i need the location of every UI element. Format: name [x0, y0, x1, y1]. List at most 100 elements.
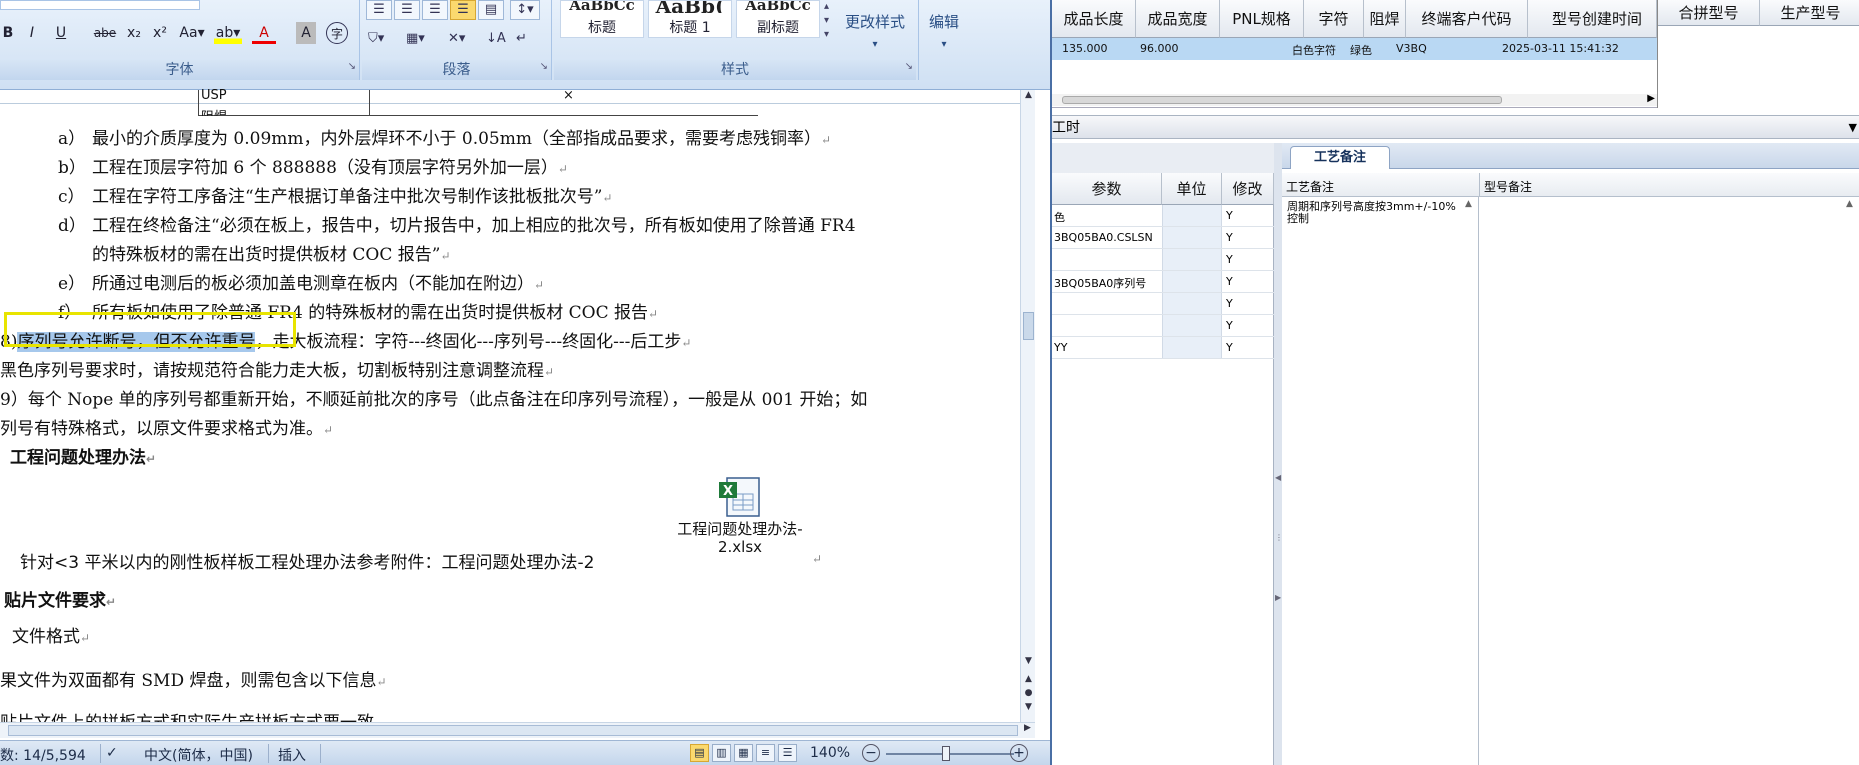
- table-row[interactable]: Y: [1052, 249, 1274, 271]
- horizontal-scrollbar[interactable]: ▶: [1052, 93, 1657, 106]
- asian-layout-button[interactable]: ✕▾: [448, 28, 465, 50]
- zoom-slider-thumb[interactable]: [942, 746, 950, 761]
- font-name-box[interactable]: [0, 0, 200, 10]
- line-spacing-button[interactable]: ↕▾: [510, 0, 540, 20]
- document-page[interactable]: USP × 阻焊 a）最小的介质厚度为 0.09mm，内外层焊环不小于 0.05…: [0, 88, 1035, 724]
- print-layout-view-button[interactable]: ▤: [690, 744, 709, 762]
- subscript-button[interactable]: x₂: [124, 22, 144, 44]
- change-styles-button[interactable]: 更改样式 ▾: [840, 12, 910, 55]
- style-heading-1[interactable]: AaBb(标题 1: [648, 0, 732, 38]
- column-header[interactable]: 成品长度: [1052, 0, 1136, 38]
- column-header[interactable]: 参数: [1052, 173, 1162, 205]
- scroll-right-icon[interactable]: ▶: [1647, 93, 1655, 104]
- borders-button[interactable]: ▦▾: [406, 28, 425, 50]
- justify-button[interactable]: ☰: [450, 0, 476, 20]
- align-right-button[interactable]: ☰: [422, 0, 448, 20]
- insert-mode-indicator[interactable]: 插入: [278, 745, 306, 765]
- tab-process-remarks[interactable]: 工艺备注: [1290, 146, 1390, 169]
- attachment-xlsx[interactable]: X 工程问题处理办法- 2.xlsx: [660, 476, 820, 556]
- next-page-icon[interactable]: ▼: [1021, 702, 1036, 712]
- table-row[interactable]: 3BQ05BA0序列号 Y: [1052, 271, 1274, 293]
- column-header[interactable]: PNL规格: [1220, 0, 1304, 38]
- product-table: 成品长度 成品宽度 PNL规格 字符 阻焊 终端客户代码 型号创建时间 135.…: [1052, 0, 1657, 108]
- column-header[interactable]: 修改: [1222, 173, 1274, 205]
- section-bar[interactable]: 工时 ▼: [1052, 115, 1859, 139]
- previous-page-icon[interactable]: ▲: [1021, 674, 1036, 684]
- word-count[interactable]: 数: 14/5,594: [0, 745, 86, 765]
- sort-button[interactable]: ↓A: [486, 28, 506, 50]
- vertical-scrollbar[interactable]: ▲ ▼ ▲ ● ▼: [1020, 90, 1035, 722]
- paragraph: 针对<3 平米以内的刚性板样板工程处理办法参考附件：工程问题处理办法-2: [20, 553, 595, 573]
- bold-button[interactable]: B: [0, 22, 16, 44]
- column-header[interactable]: 终端客户代码: [1406, 0, 1528, 38]
- column-header[interactable]: 生产型号: [1760, 0, 1859, 26]
- shading-button[interactable]: ⛉▾: [368, 28, 384, 50]
- change-case-button[interactable]: Aa▾: [176, 22, 208, 44]
- paragraph: 列号有特殊格式，以原文件要求格式为准。↵: [0, 419, 334, 439]
- align-left-button[interactable]: ☰: [366, 0, 392, 20]
- align-center-button[interactable]: ☰: [394, 0, 420, 20]
- full-screen-reading-button[interactable]: ▥: [712, 744, 731, 762]
- font-color-button[interactable]: A: [252, 22, 276, 44]
- browse-object-icon[interactable]: ●: [1021, 688, 1036, 698]
- zoom-in-icon[interactable]: +: [1010, 744, 1028, 762]
- column-header[interactable]: 型号备注: [1484, 178, 1532, 195]
- column-header[interactable]: 单位: [1162, 173, 1222, 205]
- column-header[interactable]: 工艺备注: [1286, 178, 1334, 195]
- chevron-down-icon[interactable]: ▼: [1849, 116, 1857, 140]
- underline-button[interactable]: U: [52, 22, 70, 44]
- styles-dialog-launcher-icon[interactable]: ↘: [905, 57, 913, 77]
- scroll-thumb[interactable]: [1023, 312, 1034, 340]
- zoom-out-icon[interactable]: −: [862, 744, 880, 762]
- language-indicator[interactable]: 中文(简体，中国): [144, 745, 253, 765]
- web-layout-button[interactable]: ▦: [734, 744, 753, 762]
- style-subtitle[interactable]: AaBbCc 副标题: [736, 0, 820, 38]
- edit-button[interactable]: 编辑 ▾: [923, 12, 965, 55]
- table-cell: ×: [563, 88, 574, 103]
- distributed-button[interactable]: ▤: [478, 0, 504, 20]
- zoom-level[interactable]: 140%: [810, 745, 850, 761]
- scroll-up-icon[interactable]: ▲: [1021, 90, 1036, 100]
- italic-button[interactable]: I: [24, 22, 40, 44]
- list-item: c） 工程在字符工序备注“生产根据订单备注中批次号制作该批板批次号”↵: [58, 187, 613, 207]
- scroll-right-icon[interactable]: ▶: [1024, 723, 1031, 733]
- table-row[interactable]: Y: [1052, 293, 1274, 315]
- column-header[interactable]: 成品宽度: [1136, 0, 1220, 38]
- draft-view-button[interactable]: ☰: [778, 744, 797, 762]
- scroll-up-icon[interactable]: ▲: [1465, 199, 1472, 209]
- character-shading-button[interactable]: A: [296, 22, 316, 44]
- style-title[interactable]: AaBbCc 标题: [560, 0, 644, 38]
- section-heading: 贴片文件要求↵: [4, 591, 117, 611]
- table-row[interactable]: 135.000 96.000 白色字符 绿色 V3BQ 2025-03-11 1…: [1052, 38, 1657, 60]
- outline-view-button[interactable]: ≡: [756, 744, 775, 762]
- model-remarks-field[interactable]: ▲: [1480, 197, 1859, 765]
- column-header[interactable]: 合拼型号: [1658, 0, 1760, 26]
- font-dialog-launcher-icon[interactable]: ↘: [348, 57, 356, 77]
- zoom-slider[interactable]: [886, 753, 1014, 755]
- column-header[interactable]: 阻焊: [1364, 0, 1406, 38]
- enclose-characters-button[interactable]: 字: [326, 22, 348, 44]
- table-row[interactable]: YY Y: [1052, 337, 1274, 359]
- horizontal-scrollbar[interactable]: ▶: [0, 722, 1035, 738]
- scroll-up-icon[interactable]: ▲: [1846, 199, 1853, 209]
- paragraph-dialog-launcher-icon[interactable]: ↘: [540, 57, 548, 77]
- scroll-down-icon[interactable]: ▼: [1021, 656, 1036, 666]
- collapse-left-icon[interactable]: ◀: [1275, 473, 1281, 482]
- scroll-thumb[interactable]: [1062, 96, 1502, 104]
- scroll-thumb[interactable]: [8, 725, 1018, 736]
- collapse-right-icon[interactable]: ▶: [1275, 593, 1281, 602]
- styles-scroll-icon[interactable]: ▴ ▾ ▾: [824, 0, 829, 42]
- column-header[interactable]: 字符: [1304, 0, 1364, 38]
- status-bar: 数: 14/5,594 ✓ 中文(简体，中国) 插入 ▤ ▥ ▦ ≡ ☰ 140…: [0, 740, 1050, 765]
- highlight-color-button[interactable]: ab▾: [214, 22, 242, 44]
- process-remarks-field[interactable]: 周期和序列号高度按3mm+/-10%控制 ▲: [1282, 197, 1479, 765]
- table-row[interactable]: Y: [1052, 315, 1274, 337]
- strikethrough-button[interactable]: abe: [92, 22, 118, 44]
- superscript-button[interactable]: x²: [150, 22, 170, 44]
- table-row[interactable]: 3BQ05BA0.CSLSN Y: [1052, 227, 1274, 249]
- column-header[interactable]: 型号创建时间: [1528, 0, 1657, 38]
- table-row[interactable]: 色Y: [1052, 205, 1274, 227]
- show-marks-button[interactable]: ↵: [516, 28, 527, 50]
- proofing-icon[interactable]: ✓: [106, 745, 118, 761]
- panel-splitter[interactable]: ◀ ⋮ ▶: [1274, 143, 1283, 765]
